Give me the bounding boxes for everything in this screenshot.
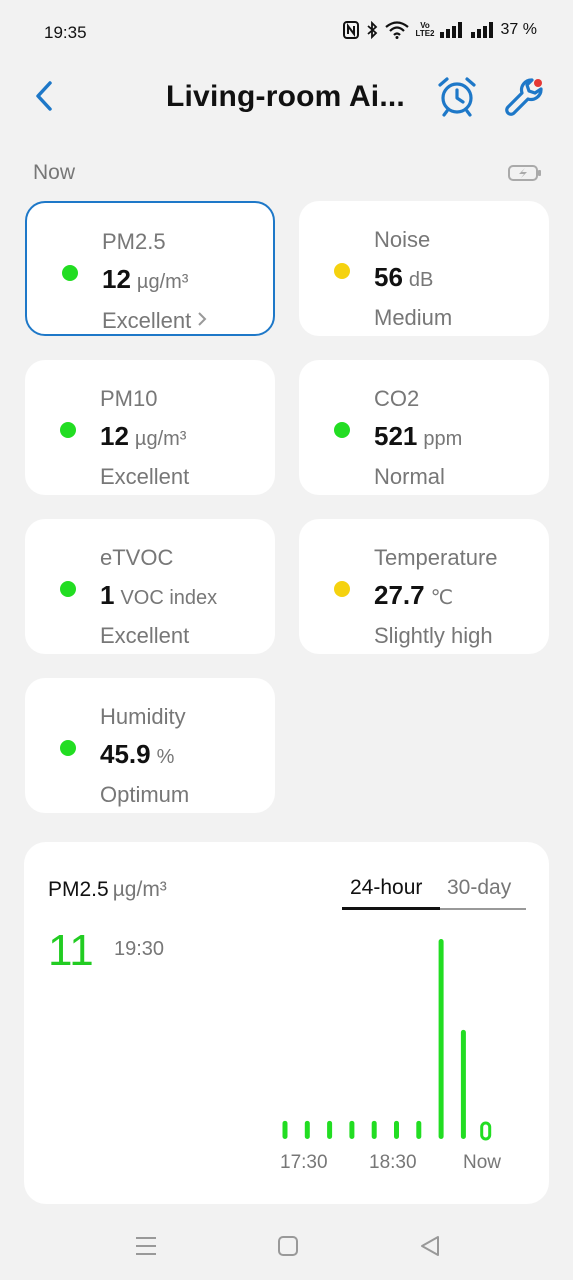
status-dot — [60, 740, 76, 756]
pm25-history-card: PM2.5 µg/m³ 24-hour 30-day 11 19:30 17:30… — [24, 842, 549, 1204]
metric-status: Normal — [374, 464, 445, 489]
metric-value: 521 — [374, 421, 418, 451]
metric-card-temperature[interactable]: Temperature 27.7 ℃ Slightly high — [299, 519, 549, 654]
battery-percent: 37 % — [500, 21, 537, 38]
metric-value: 56 — [374, 262, 403, 292]
menu-icon — [136, 1237, 156, 1255]
status-icons: Vo LTE2 37 % — [342, 21, 537, 39]
metric-card-noise[interactable]: Noise 56 dB Medium — [299, 201, 549, 336]
status-dot — [62, 265, 78, 281]
top-app-bar: Living-room Ai... — [0, 66, 573, 130]
metric-unit: dB — [408, 269, 434, 291]
wifi-icon — [384, 21, 409, 39]
metric-name: CO2 — [374, 386, 420, 411]
metric-name: eTVOC — [100, 545, 174, 570]
page-title: Living-room Ai... — [166, 80, 405, 113]
metric-name: Temperature — [374, 545, 498, 570]
home-square-icon — [278, 1236, 298, 1256]
status-dot — [60, 422, 76, 438]
bluetooth-icon — [366, 21, 378, 39]
charging-battery-icon — [508, 164, 542, 187]
menu-button[interactable] — [132, 1232, 160, 1260]
metric-status: Excellent — [100, 623, 190, 648]
metric-value: 27.7 — [374, 580, 425, 610]
metric-name: Noise — [374, 227, 431, 252]
metric-unit: µg/m³ — [136, 271, 189, 293]
tools-button[interactable] — [502, 74, 546, 118]
metric-status: Medium — [374, 305, 453, 330]
metric-unit: µg/m³ — [134, 428, 187, 450]
status-time: 19:35 — [44, 23, 87, 42]
x-tick-label: 18:30 — [369, 1152, 417, 1173]
metric-name: PM2.5 — [102, 229, 166, 254]
metric-value: 1 — [100, 580, 115, 610]
back-button[interactable] — [28, 76, 60, 116]
chart-bar[interactable] — [416, 1120, 422, 1139]
signal-icon — [470, 21, 494, 39]
metric-value: 12 — [100, 421, 129, 451]
home-button[interactable] — [274, 1232, 302, 1260]
volte-icon: Vo LTE2 — [415, 21, 435, 38]
chart-bar-current[interactable] — [480, 1121, 492, 1141]
alarm-clock-icon — [438, 77, 476, 117]
status-bar: 19:35 Vo LTE2 37 % — [0, 0, 573, 66]
metric-card-pm25[interactable]: PM2.5 12 µg/m³ Excellent — [25, 201, 275, 336]
chevron-left-icon — [36, 81, 52, 111]
chart-bar[interactable] — [304, 1120, 310, 1139]
alarm-button[interactable] — [436, 74, 478, 118]
system-nav-bar — [0, 1216, 573, 1280]
metric-unit: ppm — [423, 428, 463, 450]
chevron-right-icon — [197, 307, 207, 333]
back-triangle-icon — [421, 1236, 439, 1256]
metric-name: PM10 — [100, 386, 158, 411]
metric-card-etvoc[interactable]: eTVOC 1 VOC index Excellent — [25, 519, 275, 654]
metric-value: 45.9 — [100, 739, 151, 769]
pm25-bar-chart[interactable] — [24, 842, 549, 1204]
metric-card-humidity[interactable]: Humidity 45.9% Optimum — [25, 678, 275, 813]
chart-bar[interactable] — [327, 1120, 333, 1139]
status-dot — [334, 263, 350, 279]
chart-bar[interactable] — [371, 1120, 377, 1139]
metric-unit: % — [156, 746, 175, 768]
notification-dot — [534, 79, 542, 87]
chart-bar[interactable] — [460, 1029, 466, 1139]
chart-bar[interactable] — [349, 1120, 355, 1139]
back-nav-button[interactable] — [416, 1232, 444, 1260]
status-dot — [334, 581, 350, 597]
metric-status: Slightly high — [374, 623, 493, 648]
nfc-icon — [342, 21, 359, 39]
metric-status: Optimum — [100, 782, 190, 807]
chart-bar[interactable] — [438, 939, 444, 1139]
x-tick-label: 17:30 — [280, 1152, 328, 1173]
metric-status: Excellent — [100, 464, 190, 489]
metric-status: Excellent — [102, 308, 192, 333]
metric-card-pm10[interactable]: PM10 12 µg/m³ Excellent — [25, 360, 275, 495]
status-dot — [60, 581, 76, 597]
x-tick-label: Now — [463, 1152, 502, 1173]
chart-bar[interactable] — [282, 1120, 288, 1139]
metric-value: 12 — [102, 264, 131, 294]
metric-card-co2[interactable]: CO2 521 ppm Normal — [299, 360, 549, 495]
metric-name: Humidity — [100, 704, 186, 729]
status-dot — [334, 422, 350, 438]
signal-icon — [439, 21, 463, 39]
now-label: Now — [33, 161, 76, 184]
metric-unit: VOC index — [120, 587, 218, 609]
chart-bar[interactable] — [394, 1120, 399, 1139]
metric-unit: ℃ — [430, 587, 454, 609]
